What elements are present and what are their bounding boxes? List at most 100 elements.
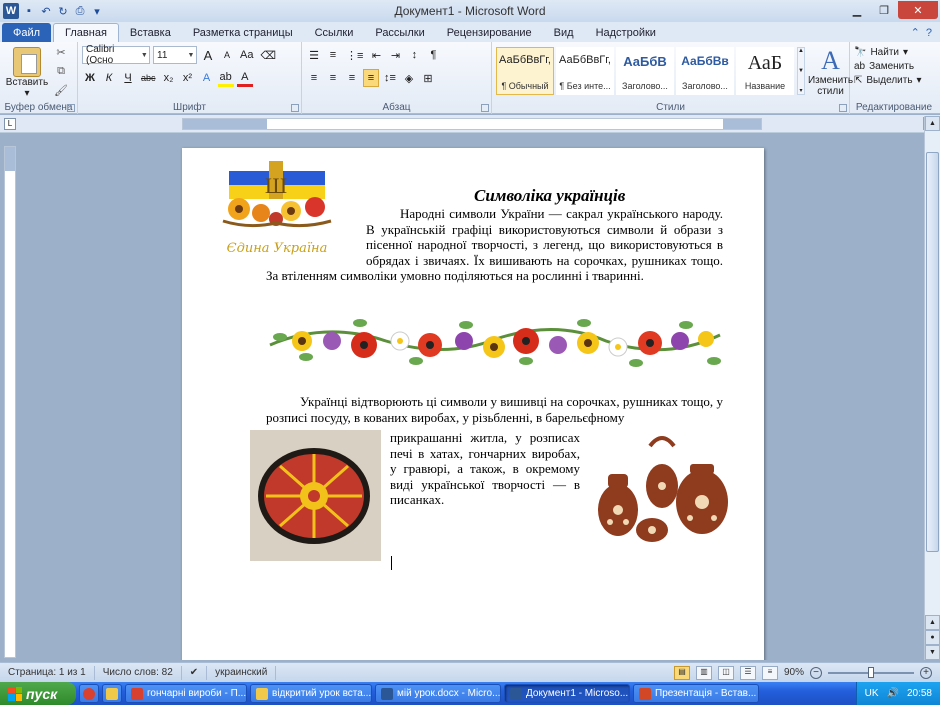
shrink-font-button[interactable]: A <box>219 46 235 64</box>
scroll-up-button[interactable]: ▲ <box>925 116 940 131</box>
find-button[interactable]: 🔭 Найти ▾ <box>854 47 934 58</box>
full-screen-view-button[interactable]: ▥ <box>695 665 712 680</box>
next-page-button[interactable]: ▼ <box>925 645 940 660</box>
subscript-button[interactable]: x₂ <box>161 69 177 87</box>
tab-view[interactable]: Вид <box>543 23 585 42</box>
grow-font-button[interactable]: A <box>200 46 216 64</box>
quicklaunch-opera-icon[interactable] <box>79 684 99 703</box>
strikethrough-button[interactable]: abc <box>139 69 158 87</box>
align-right-icon[interactable]: ≡ <box>344 69 360 87</box>
taskbar-item-dokument1[interactable]: Документ1 - Microso... <box>504 684 630 703</box>
volume-icon[interactable]: 🔊 <box>887 688 899 699</box>
web-layout-view-button[interactable]: ◫ <box>717 665 734 680</box>
style-heading-1[interactable]: АаБбВ Заголово... <box>616 47 674 95</box>
horizontal-ruler[interactable] <box>182 118 762 130</box>
zoom-slider[interactable] <box>828 666 914 678</box>
clear-formatting-icon[interactable]: ⌫ <box>258 46 278 64</box>
italic-button[interactable]: К <box>101 69 117 87</box>
tab-selector[interactable]: L <box>4 118 16 130</box>
superscript-button[interactable]: x² <box>180 69 196 87</box>
increase-indent-icon[interactable]: ⇥ <box>387 46 403 64</box>
word-count[interactable]: Число слов: 82 <box>95 665 182 680</box>
paragraph-dialog-launcher[interactable] <box>481 104 489 112</box>
customize-toolbar-icon[interactable]: ▾ <box>90 4 104 18</box>
maximize-button[interactable]: ❐ <box>871 1 897 19</box>
copy-icon[interactable]: ⧉ <box>54 65 68 79</box>
language-indicator[interactable]: украинский <box>207 665 277 680</box>
font-size-select[interactable]: 11 ▼ <box>153 46 197 64</box>
highlight-icon[interactable]: ab <box>217 69 234 87</box>
select-button[interactable]: ⇱ Выделить ▾ <box>854 75 934 86</box>
ribbon-minimize-icon[interactable]: ⌃ <box>911 26 920 39</box>
style-heading-2[interactable]: АаБбВв Заголово... <box>676 47 734 95</box>
tab-insert[interactable]: Вставка <box>119 23 182 42</box>
taskbar-item-vidkrytyi-urok[interactable]: відкритий урок вста... <box>250 684 372 703</box>
print-icon[interactable]: ⎙ <box>73 4 87 18</box>
change-case-button[interactable]: Aa <box>238 46 255 64</box>
styles-scroll[interactable]: ▲ ▼ ▾ <box>797 47 805 95</box>
sort-icon[interactable]: ↕ <box>406 46 422 64</box>
language-indicator-tray[interactable]: UK <box>865 688 879 699</box>
tab-references[interactable]: Ссылки <box>304 23 365 42</box>
tab-addins[interactable]: Надстройки <box>585 23 667 42</box>
styles-dialog-launcher[interactable] <box>839 104 847 112</box>
format-painter-icon[interactable]: 🖌 <box>54 84 68 98</box>
outline-view-button[interactable]: ☰ <box>739 665 756 680</box>
cut-icon[interactable]: ✂ <box>54 46 68 60</box>
underline-button[interactable]: Ч <box>120 69 136 87</box>
show-marks-icon[interactable]: ¶ <box>425 46 441 64</box>
scroll-thumb[interactable] <box>926 152 939 552</box>
taskbar-item-prezentatsiia[interactable]: Презентація - Встав... <box>633 684 759 703</box>
bullets-icon[interactable]: ☰ <box>306 46 322 64</box>
word-logo-icon[interactable]: W <box>3 3 19 19</box>
help-icon[interactable]: ? <box>926 27 932 39</box>
tab-review[interactable]: Рецензирование <box>436 23 543 42</box>
draft-view-button[interactable]: ≡ <box>761 665 778 680</box>
align-center-icon[interactable]: ≡ <box>325 69 341 87</box>
font-name-select[interactable]: Calibri (Осно ▼ <box>82 44 150 66</box>
browse-object-button[interactable]: ● <box>925 630 940 645</box>
undo-icon[interactable]: ↶ <box>39 4 53 18</box>
quicklaunch-folder-icon[interactable] <box>102 684 122 703</box>
proofing-icon[interactable]: ✔ <box>182 665 208 680</box>
numbering-icon[interactable]: ≡ <box>325 46 341 64</box>
document-page[interactable]: Ш Єдина Україна Символіка українців Наро… <box>182 148 764 660</box>
tab-mailings[interactable]: Рассылки <box>364 23 435 42</box>
taskbar-item-gonchari[interactable]: гончарні вироби - П... <box>125 684 247 703</box>
justify-icon[interactable]: ≡ <box>363 69 379 87</box>
start-button[interactable]: пуск <box>0 682 76 705</box>
zoom-in-button[interactable]: + <box>920 666 932 679</box>
redo-icon[interactable]: ↻ <box>56 4 70 18</box>
tab-home[interactable]: Главная <box>53 23 119 42</box>
font-color-icon[interactable]: A <box>236 69 253 87</box>
taskbar-item-mii-urok[interactable]: мій урок.docx - Micro... <box>375 684 501 703</box>
shading-icon[interactable]: ◈ <box>401 69 417 87</box>
close-button[interactable]: ✕ <box>898 1 938 19</box>
style-no-spacing[interactable]: АаБбВвГг, ¶ Без инте... <box>556 47 614 95</box>
decrease-indent-icon[interactable]: ⇤ <box>368 46 384 64</box>
vertical-ruler[interactable] <box>4 146 16 658</box>
page-count[interactable]: Страница: 1 из 1 <box>0 665 95 680</box>
text-effects-icon[interactable]: A <box>199 69 215 87</box>
line-spacing-icon[interactable]: ↕≡ <box>382 69 398 87</box>
tab-page-layout[interactable]: Разметка страницы <box>182 23 304 42</box>
align-left-icon[interactable]: ≡ <box>306 69 322 87</box>
print-layout-view-button[interactable]: ▤ <box>673 665 690 680</box>
style-title[interactable]: АаБ Название <box>736 47 794 95</box>
clipboard-dialog-launcher[interactable] <box>67 104 75 112</box>
prev-page-button[interactable]: ▲ <box>925 615 940 630</box>
multilevel-list-icon[interactable]: ⋮≡ <box>344 46 365 64</box>
minimize-button[interactable]: ▁ <box>844 1 870 19</box>
zoom-out-button[interactable]: − <box>810 666 822 679</box>
zoom-level[interactable]: 90% <box>784 667 804 678</box>
clock[interactable]: 20:58 <box>907 688 932 699</box>
style-normal[interactable]: АаБбВвГг, ¶ Обычный <box>496 47 554 95</box>
save-icon[interactable]: ▪ <box>22 4 36 18</box>
font-dialog-launcher[interactable] <box>291 104 299 112</box>
replace-button[interactable]: ab Заменить <box>854 61 934 72</box>
borders-icon[interactable]: ⊞ <box>420 69 436 87</box>
vertical-scrollbar[interactable]: ▲ ▲ ● ▼ <box>924 116 940 660</box>
bold-button[interactable]: Ж <box>82 69 98 87</box>
paste-button[interactable]: Вставить ▾ <box>4 45 50 99</box>
tab-file[interactable]: Файл <box>2 23 52 42</box>
